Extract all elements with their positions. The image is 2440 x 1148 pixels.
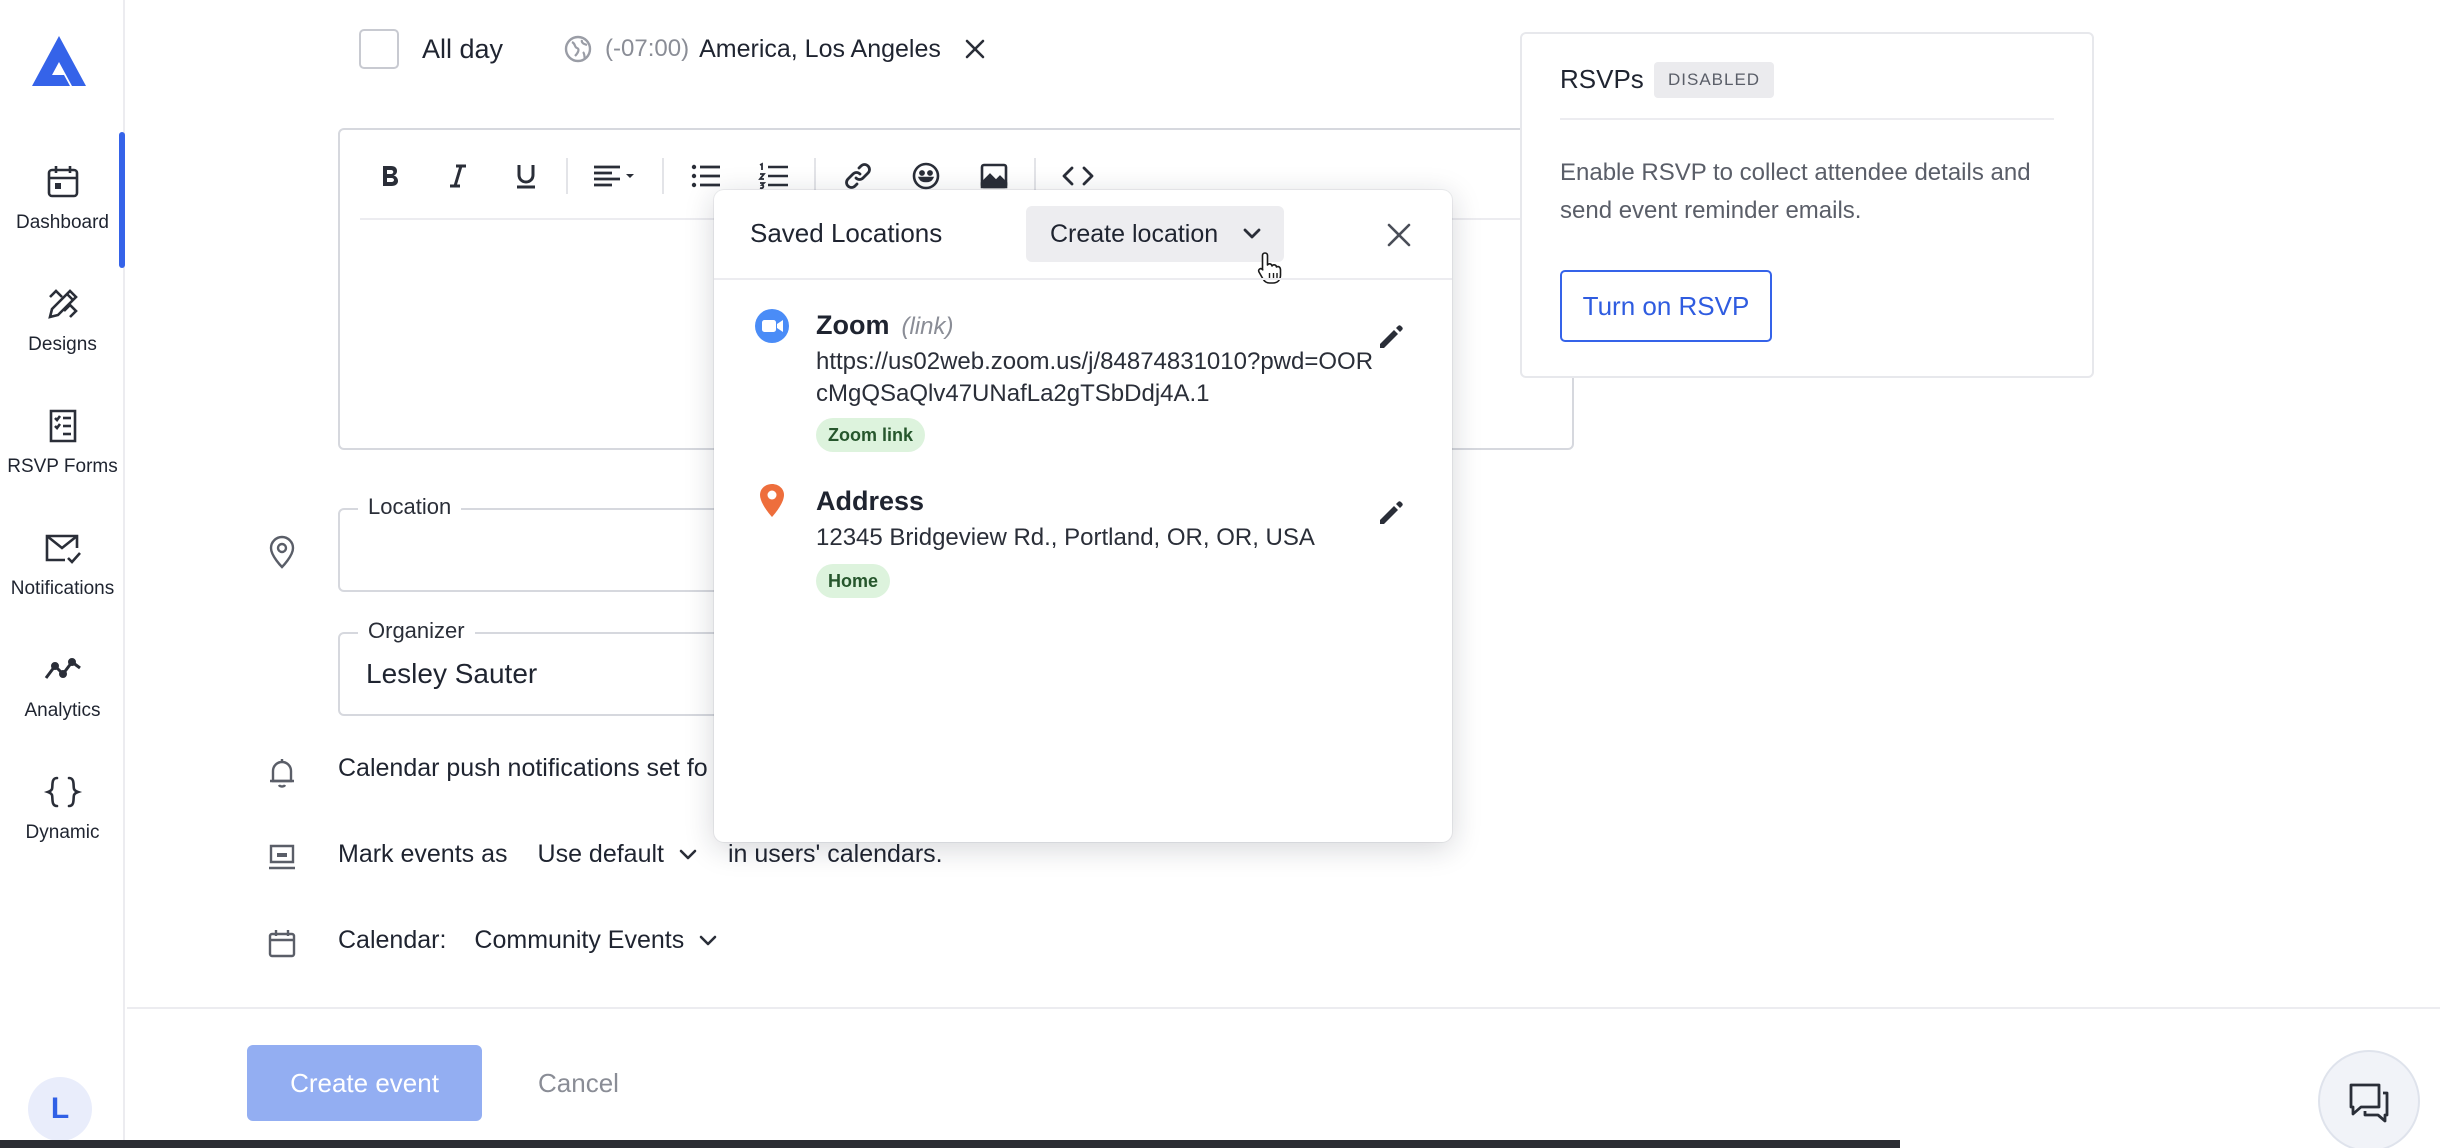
underline-button[interactable] xyxy=(506,156,546,196)
timezone-offset: (-07:00) xyxy=(605,35,690,62)
emoji-icon xyxy=(912,162,940,190)
zoom-video-icon xyxy=(755,309,789,343)
close-icon[interactable] xyxy=(1382,218,1416,252)
sidebar-item-label: Designs xyxy=(28,334,97,355)
bold-button[interactable] xyxy=(370,156,410,196)
location-detail: https://us02web.zoom.us/j/84874831010?pw… xyxy=(816,348,1374,407)
brand-logo-icon[interactable] xyxy=(28,34,90,90)
bullet-list-icon xyxy=(691,164,720,188)
location-tag: Home xyxy=(816,564,891,598)
location-name: Zoom (link) xyxy=(816,310,954,340)
location-pin-icon xyxy=(269,535,295,569)
toolbar-separator xyxy=(1034,158,1036,194)
chat-icon xyxy=(2349,1083,2389,1123)
location-detail: 12345 Bridgeview Rd., Portland, OR, OR, … xyxy=(816,524,1315,551)
mark-events-suffix: in users' calendars. xyxy=(727,840,943,868)
push-notifications-text: Calendar push notifications set fo xyxy=(338,754,708,782)
braces-icon xyxy=(43,776,82,808)
saved-locations-popover: Saved Locations Create location Zoom (lin… xyxy=(714,190,1452,842)
map-pin-icon xyxy=(760,484,784,517)
link-icon xyxy=(845,163,871,189)
location-type: (link) xyxy=(901,313,954,340)
location-name: Address xyxy=(816,486,925,516)
rsvp-title: RSVPs xyxy=(1560,64,1644,94)
calendar-dropdown[interactable]: Community Events xyxy=(474,926,684,955)
toolbar-separator xyxy=(662,158,664,194)
organizer-value: Lesley Sauter xyxy=(366,658,538,689)
calendar-label: Calendar: xyxy=(338,926,447,954)
sidebar-item-label: Notifications xyxy=(10,578,115,599)
sidebar-item-label: Dynamic xyxy=(25,822,100,843)
organizer-field[interactable]: Organizer Lesley Sauter xyxy=(338,618,758,716)
footer-divider xyxy=(127,1007,2440,1009)
chevron-down-icon[interactable] xyxy=(696,929,720,953)
calendar-icon xyxy=(47,166,78,198)
sidebar-item-notifications[interactable]: Notifications xyxy=(0,528,125,638)
sidebar-item-label: RSVP Forms xyxy=(7,456,118,477)
sidebar: Dashboard Designs RSVP Forms Notificatio… xyxy=(0,0,125,1148)
push-notifications-row: Calendar push notifications set fo xyxy=(338,754,708,783)
rsvp-divider xyxy=(1560,118,2054,120)
sidebar-item-label: Analytics xyxy=(24,700,101,721)
italic-icon xyxy=(450,164,466,188)
close-icon[interactable] xyxy=(961,35,989,63)
numbered-list-icon xyxy=(758,162,788,190)
timezone-name[interactable]: America, Los Angeles xyxy=(699,35,941,64)
chat-widget-button[interactable] xyxy=(2318,1050,2420,1148)
mark-events-row: Mark events as Use default in users' cal… xyxy=(338,840,943,869)
form-icon xyxy=(49,409,76,443)
all-day-label: All day xyxy=(422,33,504,64)
mark-events-prefix: Mark events as xyxy=(338,840,508,868)
edit-pencil-icon[interactable] xyxy=(1376,498,1406,528)
create-location-button[interactable]: Create location xyxy=(1026,206,1284,262)
status-badge: DISABLED xyxy=(1654,62,1775,98)
italic-button[interactable] xyxy=(438,156,478,196)
trend-line-icon xyxy=(44,658,81,679)
create-event-button[interactable]: Create event xyxy=(247,1045,482,1121)
hand-pointer-cursor-icon xyxy=(1257,252,1282,284)
sidebar-item-designs[interactable]: Designs xyxy=(0,284,125,394)
toolbar-separator xyxy=(814,158,816,194)
sidebar-item-label: Dashboard xyxy=(16,212,109,233)
location-tag: Zoom link xyxy=(816,418,925,452)
code-icon xyxy=(1062,166,1094,186)
create-location-label: Create location xyxy=(1050,219,1219,248)
sidebar-item-dynamic[interactable]: Dynamic xyxy=(0,772,125,882)
organizer-label: Organizer xyxy=(358,618,475,644)
calendar-icon xyxy=(268,930,296,958)
popover-title: Saved Locations xyxy=(750,218,943,248)
bell-icon xyxy=(270,759,294,788)
busy-status-icon xyxy=(269,844,295,870)
all-day-checkbox[interactable] xyxy=(359,29,399,69)
toolbar-separator xyxy=(566,158,568,194)
calendar-row: Calendar: Community Events xyxy=(338,926,720,955)
location-field[interactable]: Location xyxy=(338,494,758,592)
user-avatar[interactable]: L xyxy=(28,1077,92,1141)
chevron-down-icon[interactable] xyxy=(676,843,700,867)
edit-pencil-icon[interactable] xyxy=(1376,322,1406,352)
all-day-row: All day (-07:00) America, Los Angeles xyxy=(359,24,989,74)
cancel-button[interactable]: Cancel xyxy=(538,1045,619,1121)
align-left-icon xyxy=(594,165,634,187)
chevron-down-icon xyxy=(1243,228,1261,239)
underline-icon xyxy=(517,165,535,189)
turn-on-rsvp-button[interactable]: Turn on RSVP xyxy=(1560,270,1772,342)
sidebar-item-rsvp-forms[interactable]: RSVP Forms xyxy=(0,406,125,516)
align-dropdown-button[interactable] xyxy=(590,156,642,196)
rsvp-description: Enable RSVP to collect attendee details … xyxy=(1560,159,2031,224)
image-icon xyxy=(980,163,1008,189)
popover-divider xyxy=(714,278,1452,280)
bold-icon xyxy=(383,166,398,186)
sidebar-item-dashboard[interactable]: Dashboard xyxy=(0,162,125,272)
mark-events-dropdown[interactable]: Use default xyxy=(538,840,664,869)
location-label: Location xyxy=(358,494,462,520)
mail-check-icon xyxy=(45,534,81,564)
globe-icon xyxy=(564,35,592,63)
rsvp-card: RSVPs DISABLED Enable RSVP to collect at… xyxy=(1520,32,2094,378)
sidebar-item-analytics[interactable]: Analytics xyxy=(0,650,125,760)
design-tools-icon xyxy=(47,289,78,319)
window-bottom-bar xyxy=(0,1140,1900,1148)
